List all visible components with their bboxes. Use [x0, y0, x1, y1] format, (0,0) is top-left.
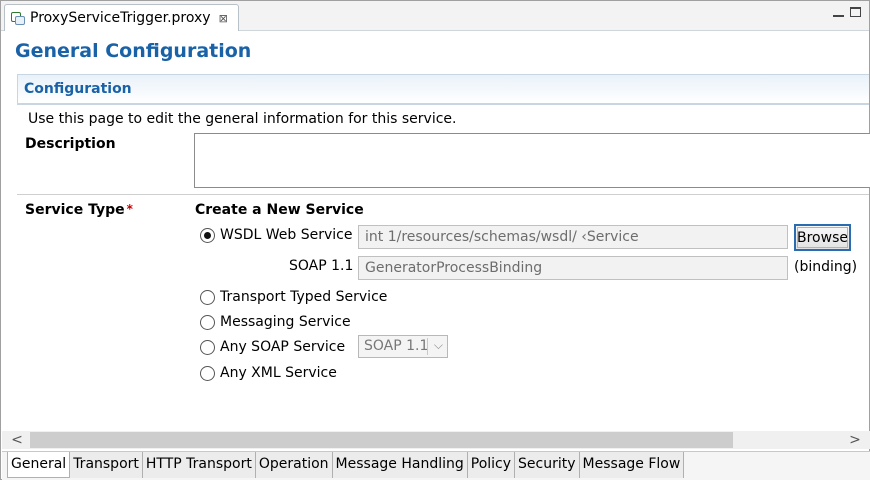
- proxy-service-icon: [10, 10, 26, 26]
- soap-version-select[interactable]: SOAP 1.1 ⌵: [358, 335, 448, 358]
- section-title: Configuration: [24, 81, 132, 97]
- window-controls: [833, 7, 861, 17]
- radio-messaging-service[interactable]: Messaging Service: [200, 314, 351, 330]
- page-title: General Configuration: [15, 40, 252, 62]
- radio-transport-typed-service[interactable]: Transport Typed Service: [200, 289, 387, 305]
- radio-label: Messaging Service: [220, 314, 351, 330]
- radio-button[interactable]: [200, 314, 215, 330]
- radio-label: Any XML Service: [220, 365, 337, 381]
- editor-tab-title: ProxyServiceTrigger.proxy: [30, 10, 211, 26]
- tab-message-handling[interactable]: Message Handling: [332, 452, 468, 478]
- editor-frame: ProxyServiceTrigger.proxy ⊠ General Conf…: [0, 0, 870, 480]
- radio-button[interactable]: [200, 365, 215, 381]
- bottom-tab-bar: General Transport HTTP Transport Operati…: [2, 451, 870, 480]
- tab-security[interactable]: Security: [515, 452, 580, 478]
- description-textarea[interactable]: [194, 133, 870, 188]
- binding-suffix: (binding): [794, 259, 858, 275]
- required-marker: *: [126, 202, 133, 216]
- section-header[interactable]: Configuration: [17, 74, 869, 104]
- create-service-heading: Create a New Service: [195, 202, 364, 218]
- section-divider: [17, 104, 869, 105]
- radio-any-xml-service[interactable]: Any XML Service: [200, 365, 337, 381]
- horizontal-scrollbar[interactable]: < >: [2, 431, 870, 449]
- close-icon[interactable]: ⊠: [219, 12, 228, 25]
- radio-button[interactable]: [200, 289, 215, 305]
- editor-tab-bar: ProxyServiceTrigger.proxy ⊠: [1, 1, 869, 31]
- tab-http-transport[interactable]: HTTP Transport: [142, 452, 256, 478]
- soap-version-label: SOAP 1.1: [289, 258, 354, 274]
- tab-operation[interactable]: Operation: [255, 452, 333, 478]
- binding-field[interactable]: GeneratorProcessBinding: [358, 256, 788, 280]
- service-type-label: Service Type *: [25, 202, 133, 218]
- radio-wsdl-web-service[interactable]: WSDL Web Service: [200, 227, 352, 243]
- section-description: Use this page to edit the general inform…: [28, 111, 457, 127]
- select-value: SOAP 1.1: [364, 338, 429, 354]
- tab-general[interactable]: General: [7, 452, 71, 478]
- radio-button[interactable]: [200, 339, 215, 355]
- maximize-icon[interactable]: [850, 7, 861, 17]
- radio-button[interactable]: [200, 227, 215, 243]
- service-type-label-text: Service Type: [25, 202, 125, 218]
- form-divider: [17, 194, 869, 195]
- scroll-left-icon[interactable]: <: [8, 431, 26, 449]
- tab-transport[interactable]: Transport: [70, 452, 143, 478]
- chevron-down-icon[interactable]: ⌵: [434, 338, 443, 353]
- scrollbar-thumb[interactable]: [30, 432, 733, 448]
- browse-button[interactable]: Browse: [794, 224, 851, 251]
- tab-policy[interactable]: Policy: [467, 452, 516, 478]
- radio-label: WSDL Web Service: [220, 227, 353, 243]
- minimize-icon[interactable]: [833, 7, 844, 17]
- wsdl-path-field[interactable]: int 1/resources/schemas/wsdl/ ‹Service: [358, 225, 788, 249]
- tab-message-flow[interactable]: Message Flow: [579, 452, 685, 478]
- radio-label: Any SOAP Service: [220, 339, 346, 355]
- editor-tab-proxy[interactable]: ProxyServiceTrigger.proxy ⊠: [4, 4, 239, 31]
- radio-any-soap-service[interactable]: Any SOAP Service: [200, 339, 345, 355]
- description-label: Description: [25, 136, 116, 152]
- select-divider: [427, 338, 428, 355]
- radio-label: Transport Typed Service: [220, 289, 388, 305]
- scroll-right-icon[interactable]: >: [846, 431, 864, 449]
